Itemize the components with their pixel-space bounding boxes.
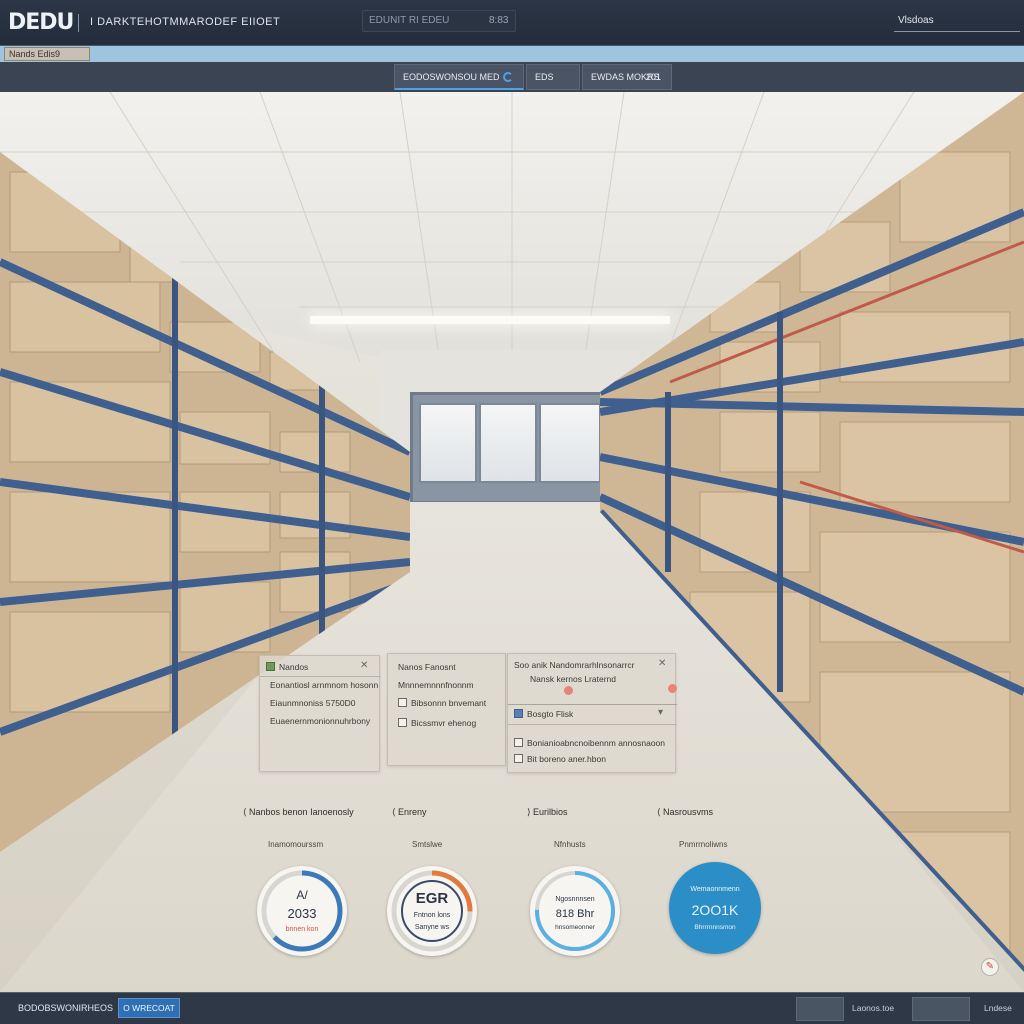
checkbox-icon[interactable] <box>266 662 275 671</box>
gauge-value: 2OO1K <box>691 902 739 918</box>
panel-nandos[interactable]: Nandos ✕ Eonantiosl arnmnom hosonn Eiaun… <box>259 655 381 772</box>
kpi-gauge[interactable]: Ngosnnnsen 818 Bhr hnsomeonner <box>530 866 620 956</box>
close-icon[interactable]: ✕ <box>360 660 368 671</box>
tab-overview-label: EODOSWONSOU MED <box>403 72 500 82</box>
kpi-gauge[interactable]: EGR Fntnon lons Sanyne ws <box>387 866 477 956</box>
status-text: Laonos.toe <box>852 1003 895 1013</box>
checkbox-icon[interactable] <box>398 698 407 707</box>
tab-eds-label: EDS <box>535 72 554 82</box>
ceiling-light <box>310 316 670 324</box>
gauge-label: Fntnon lons <box>413 912 451 919</box>
view-tabs: EODOSWONSOU MED EDS EWDAS MOKRS 201 <box>0 62 1024 92</box>
gauge-label: Wemaonnmenn <box>690 886 740 893</box>
tab-active-view[interactable]: Nands Edis9 <box>4 47 90 61</box>
gauge-value: 818 Bhr <box>555 908 595 920</box>
sync-icon <box>503 72 513 82</box>
top-header: DEDU I DARKTEHOTMMARODEF EIIOET EDUNIT R… <box>0 0 1024 46</box>
search-placeholder: EDUNIT RI EDEU <box>369 15 450 26</box>
loading-door <box>410 392 608 504</box>
bottom-bar: BODOBSWONIRHEOS O WRECOAT Laonos.toe Lnd… <box>0 992 1024 1024</box>
panel-nandos-row: Eonantiosl arnmnom hosonn <box>270 680 379 690</box>
kpi-subtitle: Nfnhusts <box>554 840 586 849</box>
kpi-title: ⟨ Nanbos benon Ianoenosly <box>243 807 354 817</box>
tab-works[interactable]: EWDAS MOKRS 201 <box>582 64 672 90</box>
panel-stock-section[interactable]: Bosgto Flisk <box>514 709 573 719</box>
panel-stock-title: Soo anik Nandomrarhlnsonarrcr <box>514 660 635 670</box>
checkbox-icon[interactable] <box>398 718 407 727</box>
panel-stock-row: Bonianioabncnoibennm annosnaoon <box>514 738 665 748</box>
panel-stock-subtitle: Nansk kernos Lraternd <box>530 674 616 684</box>
panel-stock-row: Bit boreno aner.hbon <box>514 754 606 764</box>
door-window <box>539 403 601 483</box>
kpi-subtitle: Smtslwe <box>412 840 443 849</box>
gauge-value: EGR <box>415 890 449 907</box>
tab-overview[interactable]: EODOSWONSOU MED <box>394 64 524 90</box>
status-field[interactable] <box>912 997 970 1021</box>
gauge-label: Ngosnnnsen <box>555 896 595 903</box>
gauge-caption: Bhrrrnnnsmon <box>694 924 736 931</box>
search-count: 8:83 <box>489 15 509 26</box>
gauge-caption: Sanyne ws <box>414 924 450 931</box>
close-icon[interactable]: ✕ <box>658 658 666 669</box>
panel-nandos-row: Euaenernmonionnuhrbony <box>270 716 371 726</box>
tab-works-count: 201 <box>645 72 661 82</box>
app-logo[interactable]: DEDU <box>8 10 74 35</box>
alert-icon <box>668 684 677 693</box>
chevron-down-icon[interactable]: ▾ <box>658 707 663 718</box>
panel-nandos-row: Eiaunmnoniss 5750D0 <box>270 698 356 708</box>
panel-nandos-title: Nandos <box>266 662 308 672</box>
tab-eds[interactable]: EDS <box>526 64 580 90</box>
gauge-value: 2033 <box>287 906 317 921</box>
warehouse-view <box>0 92 1024 992</box>
gauge-ring <box>391 870 473 952</box>
panel-fanosnt-row: Mnnnemnnnfnonnm <box>398 680 474 690</box>
status-text: Lndese <box>984 1003 1012 1013</box>
door-window <box>419 403 477 483</box>
panel-fanosnt-title: Nanos Fanosnt <box>398 662 456 672</box>
header-divider <box>78 14 79 32</box>
report-button[interactable]: O WRECOAT <box>118 998 180 1018</box>
divider <box>508 724 677 725</box>
panel-fanosnt[interactable]: Nanos Fanosnt Mnnnemnnnfnonnm Bibsonnn b… <box>387 653 506 766</box>
divider <box>260 676 381 677</box>
checkbox-icon[interactable] <box>514 709 523 718</box>
user-menu[interactable]: Vlsdoas <box>894 12 1020 32</box>
panel-stock-alerts[interactable]: Soo anik Nandomrarhlnsonarrcr ✕ Nansk ke… <box>507 653 677 773</box>
edit-icon[interactable]: ✎ <box>981 958 999 976</box>
gauge-value: A/ <box>296 888 308 902</box>
divider <box>508 704 677 705</box>
user-name: Vlsdoas <box>898 15 934 26</box>
kpi-title: ⟩ Eurilbios <box>527 807 568 817</box>
door-window <box>479 403 537 483</box>
panel-fanosnt-row: Bibsonnn bnvemant <box>398 698 486 708</box>
status-field[interactable] <box>796 997 844 1021</box>
kpi-title: ⟨ Enreny <box>392 807 427 817</box>
alert-icon <box>564 686 573 695</box>
status-label: BODOBSWONIRHEOS <box>18 1003 114 1013</box>
kpi-gauge[interactable]: Wemaonnmenn 2OO1K Bhrrrnnnsmon <box>669 862 761 954</box>
gauge-caption: bnnen kon <box>285 926 319 933</box>
checkbox-icon[interactable] <box>514 754 523 763</box>
kpi-subtitle: Pnmrrnoliwns <box>679 840 728 849</box>
checkbox-icon[interactable] <box>514 738 523 747</box>
search-input[interactable]: EDUNIT RI EDEU 8:83 <box>362 10 516 32</box>
app-title: I DARKTEHOTMMARODEF EIIOET <box>90 16 281 28</box>
secondary-bar: Nands Edis9 <box>0 46 1024 62</box>
kpi-gauge[interactable]: A/ 2033 bnnen kon <box>257 866 347 956</box>
kpi-subtitle: Inamomourssm <box>268 840 324 849</box>
panel-fanosnt-row: Bicssmvr ehenog <box>398 718 476 728</box>
gauge-caption: hnsomeonner <box>555 924 595 931</box>
kpi-title: ⟨ Nasrousvms <box>657 807 714 817</box>
